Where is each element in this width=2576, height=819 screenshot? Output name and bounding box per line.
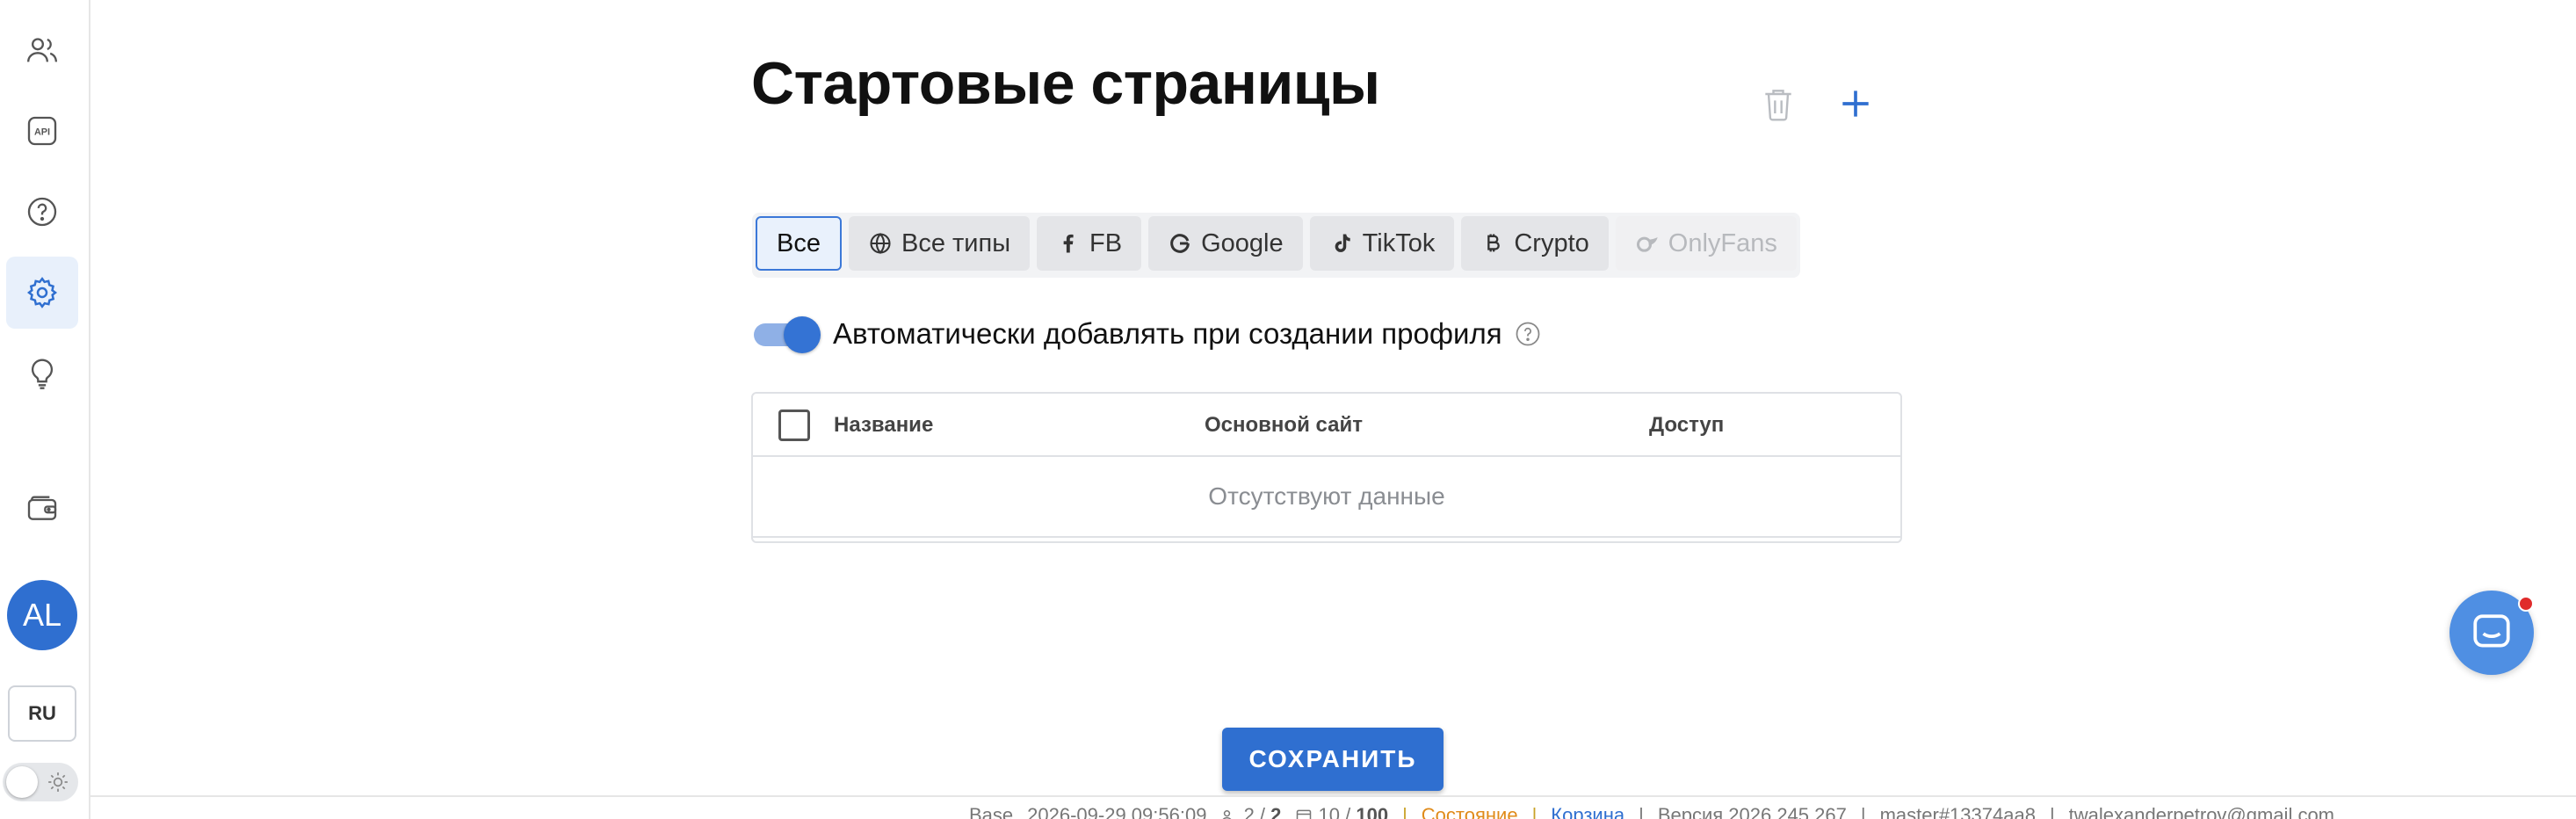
separator: | xyxy=(1531,804,1538,819)
tab-label: TikTok xyxy=(1362,228,1436,257)
sidebar-item-help[interactable] xyxy=(6,176,78,248)
language-button[interactable]: RU xyxy=(8,685,76,742)
status-version: Версия 2026.245.267 xyxy=(1657,804,1847,819)
browser-icon xyxy=(1297,809,1312,819)
svg-text:API: API xyxy=(34,127,50,138)
tab-label: Crypto xyxy=(1514,228,1589,257)
google-icon xyxy=(1170,234,1190,253)
add-button[interactable] xyxy=(1831,79,1880,128)
status-state-link[interactable]: Состояние xyxy=(1422,804,1518,819)
tab-google[interactable]: Google xyxy=(1148,216,1303,271)
sidebar-item-ideas[interactable] xyxy=(6,337,78,410)
separator: | xyxy=(1402,804,1407,819)
plus-icon xyxy=(1842,91,1869,117)
users-icon xyxy=(1223,810,1232,819)
tab-label: Все типы xyxy=(901,228,1011,257)
sidebar: API AL RU xyxy=(0,0,90,819)
sun-icon xyxy=(48,772,68,792)
tiktok-icon xyxy=(1335,234,1350,252)
help-icon[interactable] xyxy=(1515,321,1541,347)
separator: | xyxy=(1860,804,1866,819)
chat-icon xyxy=(2473,614,2510,648)
tab-onlyfans[interactable]: OnlyFans xyxy=(1615,216,1797,271)
tab-all[interactable]: Все xyxy=(756,216,842,271)
users-icon xyxy=(27,38,57,62)
tab-crypto[interactable]: Crypto xyxy=(1461,216,1609,271)
auto-add-label: Автоматически добавлять при создании про… xyxy=(833,317,1502,350)
column-header-name[interactable]: Название xyxy=(834,413,933,438)
gear-icon xyxy=(26,277,58,308)
lightbulb-icon xyxy=(31,359,54,389)
status-users-count: 2 / xyxy=(1243,804,1271,819)
start-pages-table: Название Основной сайт Доступ Отсутствую… xyxy=(751,392,1902,543)
separator: | xyxy=(2049,804,2055,819)
tab-label: FB xyxy=(1089,228,1123,257)
facebook-icon xyxy=(1063,234,1074,253)
status-bar: Base 2026-09-29 09:56:09 2 / 2 10 / 100 … xyxy=(90,795,2576,819)
wallet-icon xyxy=(27,496,57,520)
sidebar-item-wallet[interactable] xyxy=(6,473,78,545)
status-trash-link[interactable]: Корзина xyxy=(1551,804,1624,819)
bitcoin-icon xyxy=(1487,234,1501,252)
onlyfans-icon xyxy=(1636,236,1658,252)
column-header-access[interactable]: Доступ xyxy=(1649,413,1724,438)
sidebar-item-users[interactable] xyxy=(6,14,78,86)
theme-toggle[interactable] xyxy=(3,763,78,801)
auto-add-row: Автоматически добавлять при создании про… xyxy=(754,315,1541,353)
tab-label: OnlyFans xyxy=(1668,228,1777,257)
api-icon: API xyxy=(27,116,57,146)
tab-label: Все xyxy=(777,228,821,257)
status-users: 2 / 2 xyxy=(1220,804,1281,819)
table-header: Название Основной сайт Доступ xyxy=(753,394,1900,457)
page-title: Стартовые страницы xyxy=(751,50,1380,117)
globe-icon xyxy=(870,233,891,254)
sidebar-item-settings[interactable] xyxy=(6,257,78,329)
separator: | xyxy=(1639,804,1644,819)
delete-button[interactable] xyxy=(1754,79,1803,128)
tab-tiktok[interactable]: TikTok xyxy=(1309,216,1455,271)
tab-fb[interactable]: FB xyxy=(1037,216,1142,271)
tab-all-types[interactable]: Все типы xyxy=(848,216,1031,271)
status-users-max: 2 xyxy=(1270,804,1282,819)
status-branch: master#13374aa8 xyxy=(1879,804,2036,819)
status-profiles-max: 100 xyxy=(1356,804,1389,819)
empty-state: Отсутствуют данные xyxy=(753,457,1900,538)
trash-icon xyxy=(1765,90,1791,121)
status-profiles-count: 10 / xyxy=(1318,804,1357,819)
auto-add-switch[interactable] xyxy=(754,315,821,353)
tab-label: Google xyxy=(1201,228,1284,257)
type-filter-tabs: Все Все типы FB Google TikTok Crypto Onl… xyxy=(752,213,1800,278)
help-icon xyxy=(27,197,57,227)
theme-toggle-knob xyxy=(6,766,38,798)
status-datetime: 2026-09-29 09:56:09 xyxy=(1027,804,1207,819)
switch-knob xyxy=(784,316,821,353)
notification-dot xyxy=(2518,596,2534,612)
avatar[interactable]: AL xyxy=(7,580,77,650)
status-email: twalexanderpetrov@gmail.com xyxy=(2068,804,2335,819)
select-all-checkbox[interactable] xyxy=(778,410,810,441)
sidebar-item-api[interactable]: API xyxy=(6,95,78,167)
status-env: Base xyxy=(969,804,1014,819)
status-profiles: 10 / 100 xyxy=(1295,804,1388,819)
save-button[interactable]: СОХРАНИТЬ xyxy=(1222,728,1444,791)
column-header-main-site[interactable]: Основной сайт xyxy=(1205,413,1363,438)
